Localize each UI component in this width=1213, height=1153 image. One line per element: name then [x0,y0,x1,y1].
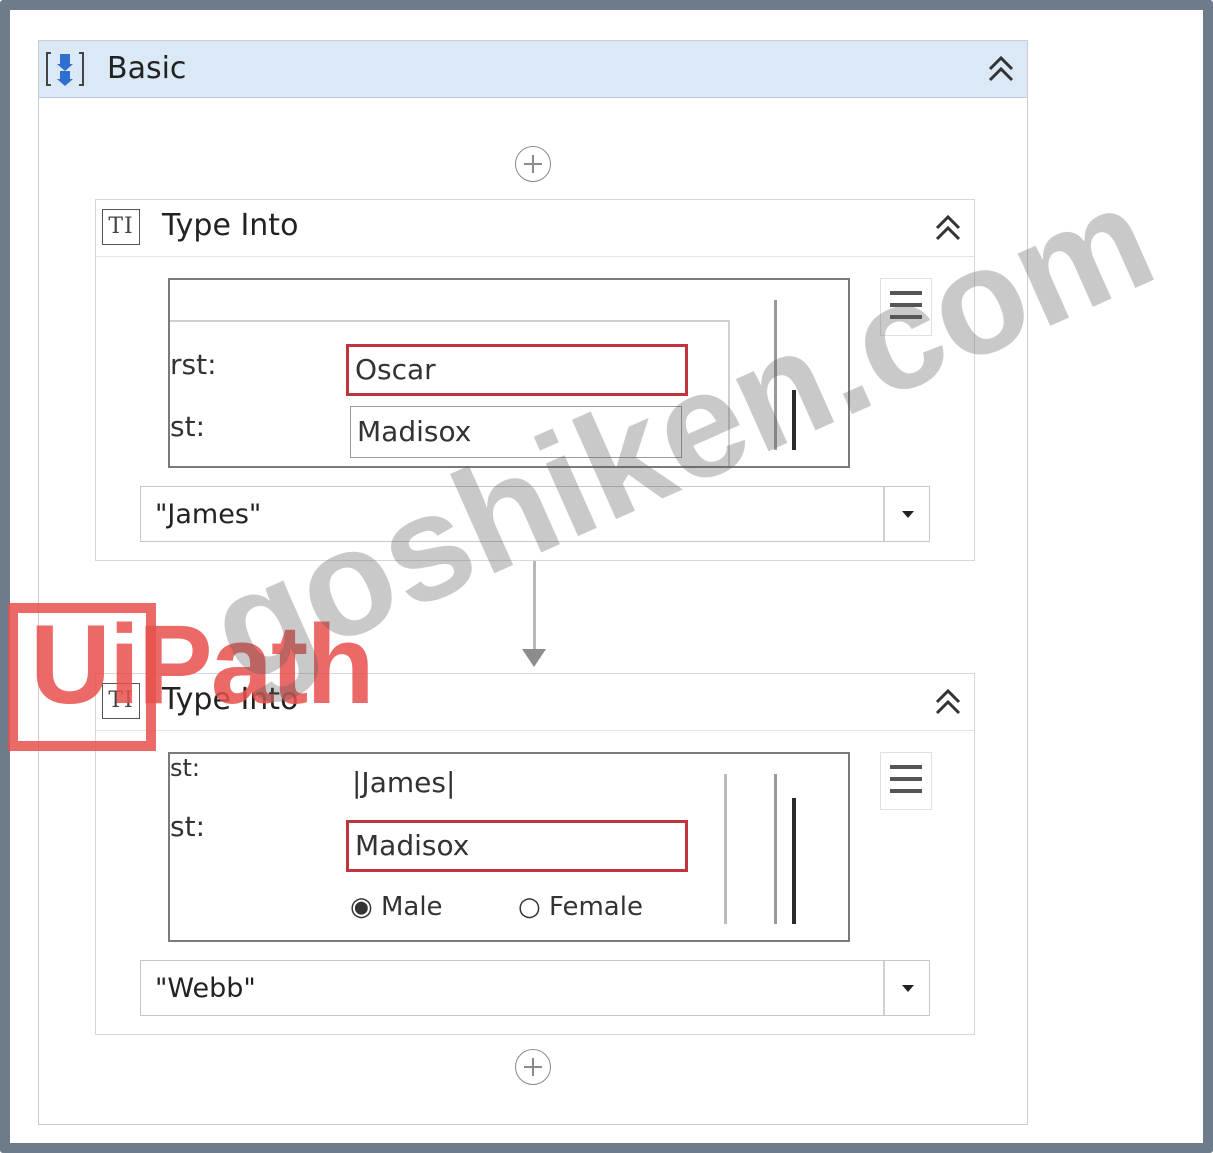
type-into-icon: TI [102,209,140,245]
double-chevron-up-icon[interactable] [985,53,1017,85]
preview-label: rst: [170,348,217,381]
preview-divider [724,774,727,924]
preview-radio-female: ○ Female [518,892,643,922]
preview-radio-male: ◉ Male [350,892,443,922]
preview-radio-label: Male [380,892,443,922]
sequence-title: Basic [107,51,187,86]
flow-arrow-icon [522,649,546,667]
double-chevron-up-icon[interactable] [932,686,964,718]
preview-selected-field: Madisox [346,820,688,872]
preview-field: |James| [346,758,546,810]
dropdown-arrow-icon[interactable] [883,487,929,541]
preview-label: st: [170,410,205,443]
sequence-header[interactable]: Basic [39,41,1027,98]
hamburger-menu-icon[interactable] [880,752,932,810]
preview-label: st: [170,754,200,782]
preview-scrollbar [792,798,796,924]
target-screenshot-preview[interactable]: st: st: |James| Madisox ◉ Male ○ Female [168,752,850,942]
activity-header[interactable]: TI Type Into [96,200,974,257]
text-input[interactable]: "Webb" [140,960,930,1016]
sequence-icon [46,52,84,86]
add-activity-button-top[interactable] [515,146,551,182]
text-input-value: "Webb" [155,973,256,1004]
add-activity-button-bottom[interactable] [515,1049,551,1085]
text-input-value: "James" [155,499,262,530]
activity-title: Type Into [162,208,299,243]
preview-radio-label: Female [548,892,643,922]
preview-divider [774,774,777,924]
preview-label: st: [170,810,205,843]
dropdown-arrow-icon[interactable] [883,961,929,1015]
